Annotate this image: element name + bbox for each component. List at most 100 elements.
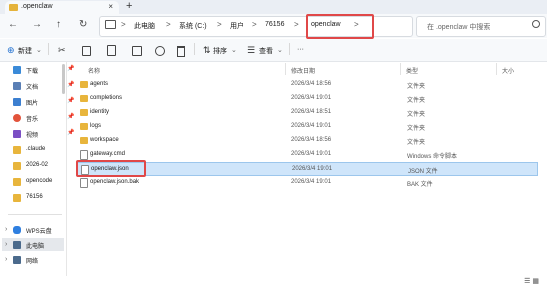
highlight-box-address bbox=[306, 14, 374, 39]
view-button[interactable]: 查看 bbox=[259, 46, 273, 56]
file-type: 文件夹 bbox=[407, 98, 426, 104]
column-header-name[interactable]: 名称 bbox=[88, 66, 100, 75]
rename-icon[interactable] bbox=[132, 46, 142, 56]
sidebar-item-pictures[interactable]: 图片 📌 bbox=[13, 97, 74, 109]
new-button[interactable]: 新建 bbox=[18, 46, 32, 56]
sort-icon: ⇅ bbox=[203, 45, 211, 55]
script-file-icon bbox=[80, 150, 88, 160]
file-icon bbox=[80, 178, 88, 188]
sidebar-item-label: 网络 bbox=[26, 259, 39, 265]
pin-icon: 📌 bbox=[67, 114, 75, 120]
up-arrow-icon[interactable]: ↑ bbox=[56, 19, 61, 30]
file-date: 2026/3/4 18:56 bbox=[291, 137, 332, 143]
folder-icon bbox=[9, 4, 18, 11]
cut-icon[interactable]: ✂ bbox=[58, 45, 66, 56]
file-row-logs[interactable]: logs 2026/3/4 19:01 文件夹 bbox=[76, 120, 538, 134]
column-divider[interactable] bbox=[400, 63, 401, 75]
column-divider[interactable] bbox=[285, 63, 286, 75]
copy-icon[interactable] bbox=[82, 46, 91, 56]
breadcrumb-76156[interactable]: 76156 bbox=[265, 21, 284, 28]
file-type: 文件夹 bbox=[407, 140, 426, 146]
file-row-completions[interactable]: completions 2026/3/4 19:01 文件夹 bbox=[76, 92, 538, 106]
sidebar-item-music[interactable]: 音乐 📌 bbox=[13, 113, 74, 125]
file-row-identity[interactable]: identity 2026/3/4 18:51 文件夹 bbox=[76, 106, 538, 120]
sort-button[interactable]: 排序 bbox=[213, 46, 227, 56]
more-button[interactable]: ··· bbox=[297, 46, 304, 53]
file-type: JSON 文件 bbox=[408, 169, 438, 175]
chevron-down-icon: ⌄ bbox=[36, 47, 42, 54]
monitor-icon bbox=[13, 241, 21, 249]
sidebar-item-label: 下载 bbox=[26, 69, 39, 75]
chevron-right-icon[interactable]: › bbox=[5, 241, 7, 248]
file-date: 2026/3/4 18:56 bbox=[291, 81, 332, 87]
folder-icon bbox=[80, 137, 88, 144]
folder-icon bbox=[80, 81, 88, 88]
breadcrumb-system-c[interactable]: 系统 (C:) bbox=[179, 21, 207, 31]
share-icon[interactable] bbox=[155, 46, 165, 56]
chevron-right-icon[interactable]: › bbox=[5, 226, 7, 233]
sidebar-item-this-pc[interactable]: 此电脑 bbox=[13, 240, 63, 252]
column-header-type[interactable]: 类型 bbox=[406, 66, 418, 75]
navigation-pane bbox=[0, 62, 67, 287]
sidebar-item-documents[interactable]: 文档 📌 bbox=[13, 81, 74, 93]
column-header-date[interactable]: 修改日期 bbox=[291, 66, 315, 75]
file-type: 文件夹 bbox=[407, 126, 426, 132]
sidebar-item-label: WPS云盘 bbox=[26, 229, 52, 235]
new-tab-button[interactable]: + bbox=[126, 0, 132, 12]
file-date: 2026/3/4 19:01 bbox=[291, 179, 332, 185]
pin-icon: 📌 bbox=[67, 66, 75, 72]
sidebar-item-label: 视频 bbox=[26, 133, 39, 139]
delete-icon[interactable] bbox=[177, 46, 185, 57]
file-name: completions bbox=[90, 95, 123, 101]
chevron-right-icon: > bbox=[294, 20, 299, 29]
paste-icon[interactable] bbox=[107, 45, 116, 56]
sidebar-item-label: 文档 bbox=[26, 85, 39, 91]
sidebar-item-network[interactable]: 网络 bbox=[13, 255, 63, 267]
breadcrumb-this-pc[interactable]: 此电脑 bbox=[134, 21, 155, 31]
chevron-right-icon: > bbox=[252, 20, 257, 29]
view-icon: ☰ bbox=[247, 45, 256, 55]
folder-icon bbox=[80, 109, 88, 116]
pin-icon: 📌 bbox=[67, 130, 75, 136]
file-row-openclaw-json-bak[interactable]: openclaw.json.bak 2026/3/4 19:01 BAK 文件 bbox=[76, 176, 538, 190]
file-row-workspace[interactable]: workspace 2026/3/4 18:56 文件夹 bbox=[76, 134, 538, 148]
folder-icon bbox=[13, 178, 21, 186]
divider bbox=[48, 43, 49, 55]
file-type: Windows 命令脚本 bbox=[407, 154, 458, 160]
tab-title: .openclaw bbox=[21, 3, 53, 10]
sidebar-item-claude[interactable]: .claude bbox=[13, 145, 63, 157]
sidebar-item-videos[interactable]: 视频 📌 bbox=[13, 129, 74, 141]
forward-arrow-icon[interactable]: → bbox=[32, 19, 42, 30]
breadcrumb-users[interactable]: 用户 bbox=[230, 21, 244, 31]
file-type: 文件夹 bbox=[407, 112, 426, 118]
close-icon[interactable]: × bbox=[108, 2, 113, 11]
file-date: 2026/3/4 19:01 bbox=[291, 123, 332, 129]
tab-openclaw[interactable]: .openclaw × bbox=[5, 1, 119, 14]
pin-icon: 📌 bbox=[67, 82, 75, 88]
picture-icon bbox=[13, 98, 21, 106]
document-icon bbox=[13, 82, 21, 90]
file-type: 文件夹 bbox=[407, 84, 426, 90]
chevron-down-icon: ⌄ bbox=[231, 47, 237, 54]
file-name: logs bbox=[90, 123, 102, 129]
chevron-right-icon: > bbox=[217, 20, 222, 29]
back-arrow-icon[interactable]: ← bbox=[8, 19, 18, 30]
sidebar-item-opencode[interactable]: opencode bbox=[13, 177, 63, 189]
folder-icon bbox=[13, 146, 21, 154]
folder-icon bbox=[13, 162, 21, 170]
sidebar-item-76156[interactable]: 76156 bbox=[13, 193, 63, 205]
column-divider[interactable] bbox=[496, 63, 497, 75]
sidebar-item-2026-02[interactable]: 2026-02 bbox=[13, 161, 63, 173]
file-row-agents[interactable]: agents 2026/3/4 18:56 文件夹 bbox=[76, 78, 538, 92]
view-toggle-icons[interactable]: ☰ ▦ bbox=[524, 277, 539, 285]
sidebar-item-label: opencode bbox=[26, 178, 53, 184]
sidebar-item-downloads[interactable]: 下载 📌 bbox=[13, 65, 74, 77]
file-name: agents bbox=[90, 81, 109, 87]
sidebar-item-wps-cloud[interactable]: WPS云盘 bbox=[13, 225, 63, 237]
refresh-icon[interactable]: ↻ bbox=[79, 19, 87, 30]
divider bbox=[8, 214, 62, 215]
chevron-right-icon[interactable]: › bbox=[5, 256, 7, 263]
video-icon bbox=[13, 130, 21, 138]
column-header-size[interactable]: 大小 bbox=[502, 66, 514, 75]
sidebar-item-label: 此电脑 bbox=[26, 244, 45, 250]
